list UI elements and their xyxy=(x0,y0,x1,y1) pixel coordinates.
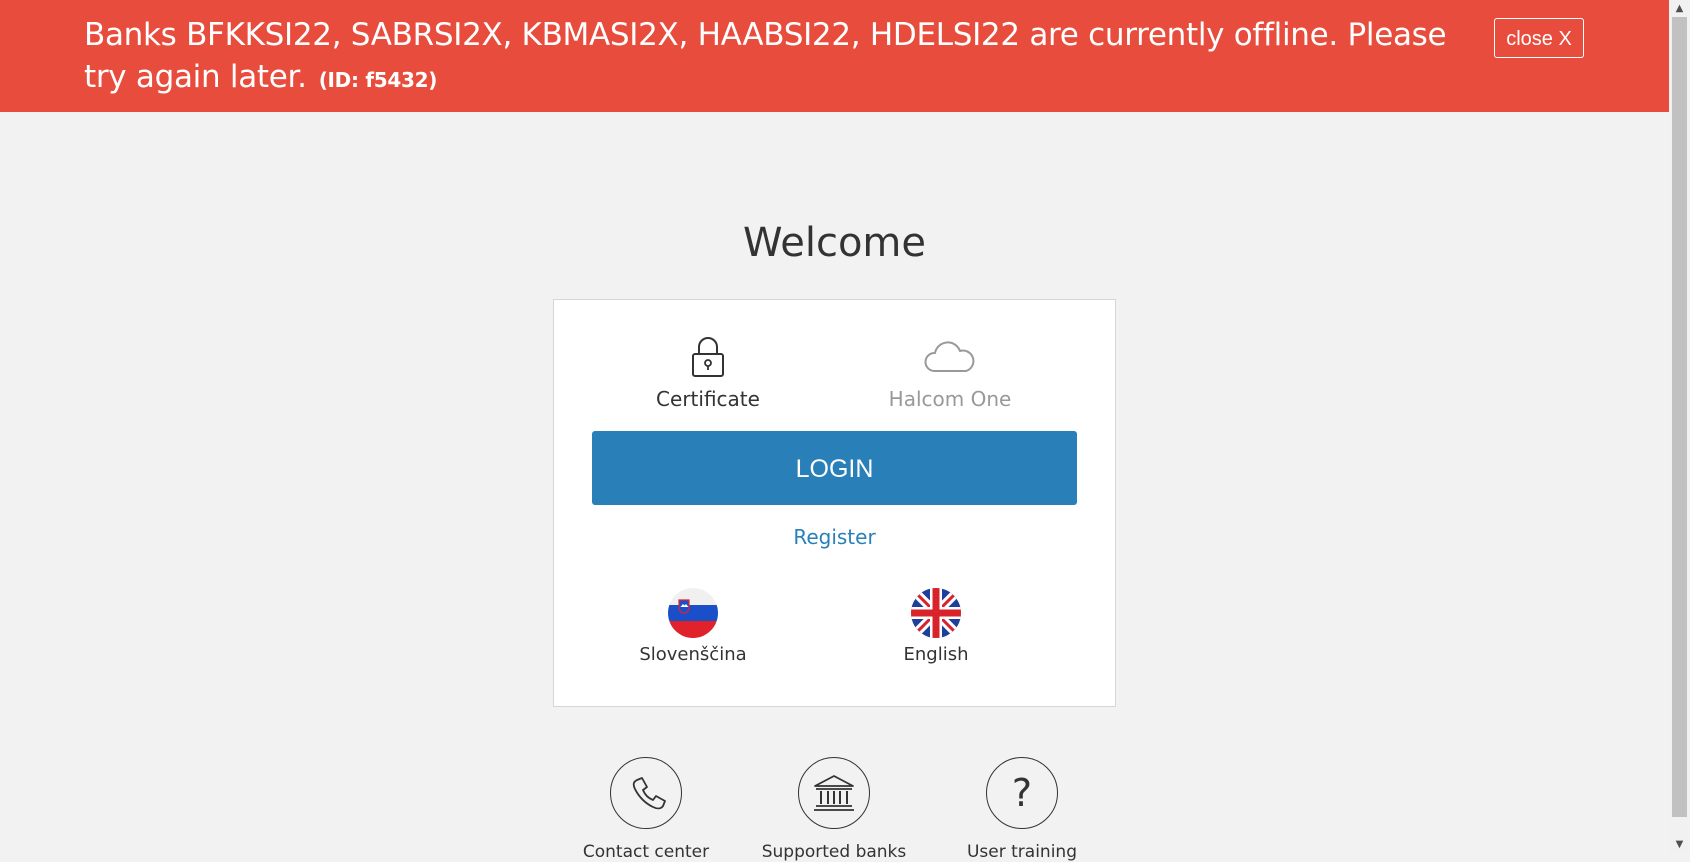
scroll-thumb[interactable] xyxy=(1672,17,1687,817)
lock-icon xyxy=(692,337,724,377)
question-icon: ? xyxy=(1012,771,1032,815)
halcom-one-method-tab[interactable]: Halcom One xyxy=(850,335,1050,411)
page-title: Welcome xyxy=(743,220,926,266)
certificate-method-tab[interactable]: Certificate xyxy=(608,335,808,411)
uk-flag-icon xyxy=(911,588,961,638)
cloud-icon xyxy=(924,341,975,372)
login-button[interactable]: LOGIN xyxy=(592,431,1077,505)
phone-icon xyxy=(632,777,666,810)
bank-icon xyxy=(814,775,854,811)
contact-center-button[interactable] xyxy=(610,757,682,829)
language-english[interactable]: English xyxy=(856,588,1016,665)
halcom-one-method-label: Halcom One xyxy=(888,387,1012,411)
scroll-down-arrow-icon[interactable]: ▼ xyxy=(1669,836,1690,853)
user-training-button[interactable]: ? xyxy=(986,757,1058,829)
slovenia-flag-icon xyxy=(668,588,718,638)
alert-message: Banks BFKKSI22, SABRSI2X, KBMASI2X, HAAB… xyxy=(84,14,1464,101)
alert-id: (ID: f5432) xyxy=(318,68,438,92)
svg-text:?: ? xyxy=(1012,771,1032,815)
register-link[interactable]: Register xyxy=(554,525,1115,549)
language-english-label: English xyxy=(903,644,969,665)
user-training-label: User training xyxy=(966,842,1077,862)
contact-center-label: Contact center xyxy=(582,842,710,862)
certificate-method-label: Certificate xyxy=(656,387,760,411)
supported-banks-label: Supported banks xyxy=(761,842,907,862)
alert-message-text: Banks BFKKSI22, SABRSI2X, KBMASI2X, HAAB… xyxy=(84,17,1447,95)
language-slovenian-label: Slovenščina xyxy=(639,644,747,665)
supported-banks-button[interactable] xyxy=(798,757,870,829)
offline-alert-banner: Banks BFKKSI22, SABRSI2X, KBMASI2X, HAAB… xyxy=(0,0,1669,112)
language-slovenian[interactable]: Slovenščina xyxy=(613,588,773,665)
scroll-up-arrow-icon[interactable]: ▲ xyxy=(1669,0,1690,17)
vertical-scrollbar[interactable]: ▲ ▼ xyxy=(1669,0,1690,853)
login-card: Certificate Halcom One LOGIN Register Sl… xyxy=(553,299,1116,707)
close-alert-button[interactable]: close X xyxy=(1494,18,1584,58)
